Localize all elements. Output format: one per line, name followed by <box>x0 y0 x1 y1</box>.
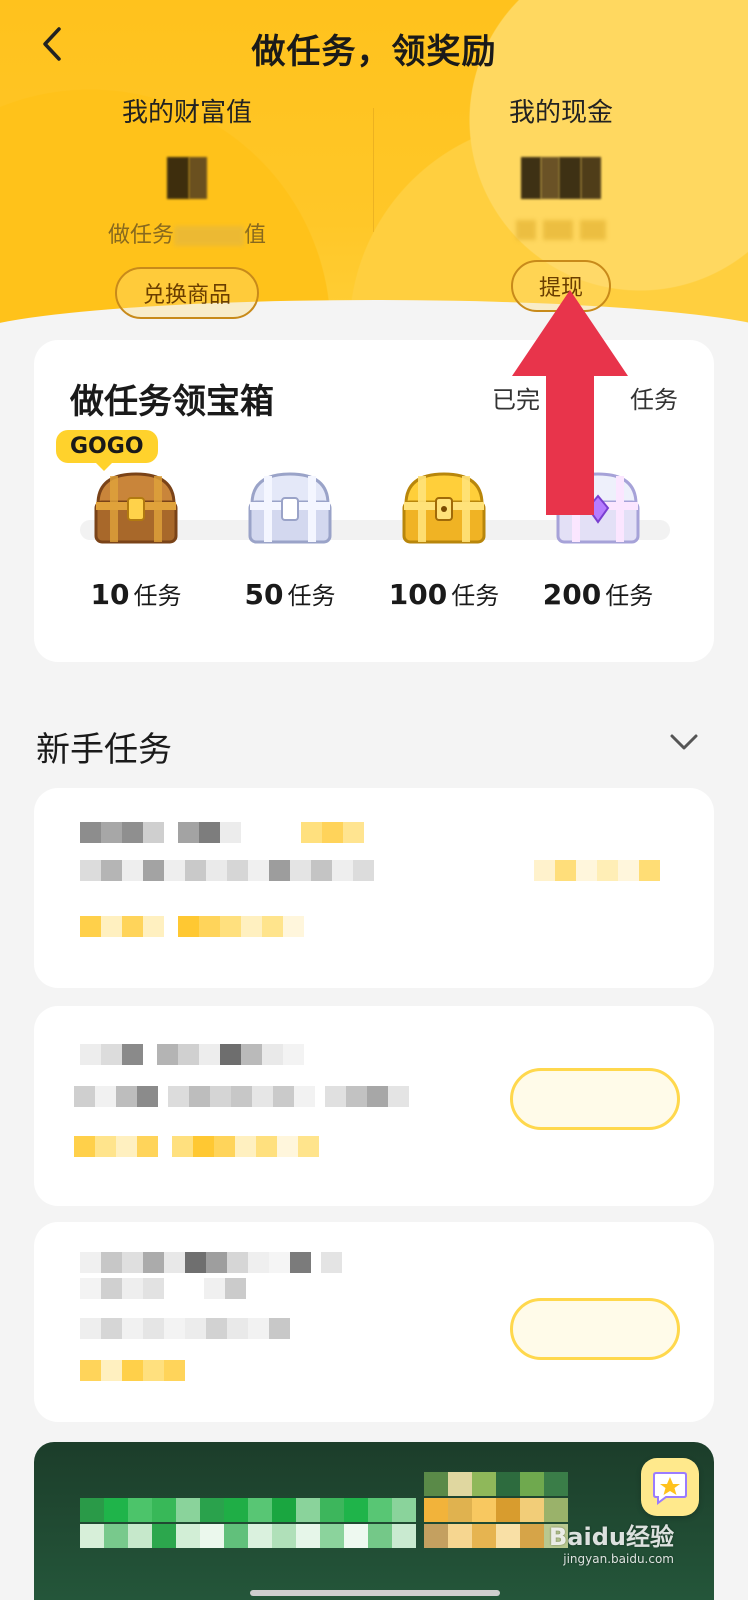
redacted-text <box>80 822 364 843</box>
redacted-text <box>80 1360 185 1381</box>
redeem-goods-button[interactable]: 兑换商品 <box>114 267 259 319</box>
chest-50[interactable]: 50 任务 <box>230 468 350 611</box>
banner-redacted-graphic <box>424 1524 568 1548</box>
task-card[interactable] <box>34 1222 714 1422</box>
chat-star-icon <box>653 1472 687 1505</box>
wealth-sub-prefix: 做任务 <box>107 223 174 248</box>
wealth-sub-suffix: 值 <box>244 223 267 248</box>
wood-chest-icon <box>94 472 178 544</box>
task-action-button[interactable] <box>510 1298 680 1360</box>
chevron-down-icon[interactable] <box>666 724 702 760</box>
task-card[interactable] <box>34 788 714 988</box>
redacted-text <box>74 1086 409 1107</box>
redacted-text <box>80 1044 304 1065</box>
cash-label: 我的现金 <box>508 98 613 128</box>
progress-suffix: 任务 <box>630 386 678 414</box>
banner-redacted-graphic <box>80 1498 416 1522</box>
page-title: 做任务，领奖励 <box>251 32 497 72</box>
cash-subtext-redacted <box>374 217 748 242</box>
home-indicator <box>250 1590 500 1596</box>
wealth-panel: 我的财富值 做任务 值 兑换商品 <box>0 92 374 319</box>
redacted-text <box>80 1278 246 1299</box>
redacted-text <box>80 1318 290 1339</box>
chest-100[interactable]: 100 任务 <box>384 468 504 611</box>
banner-redacted-graphic <box>424 1472 568 1496</box>
chest-count-label: 50 任务 <box>244 578 336 611</box>
gogo-badge: GOGO <box>56 430 158 471</box>
silver-chest-icon <box>248 472 332 544</box>
promo-banner[interactable]: Baidu经验 jingyan.baidu.com <box>34 1442 714 1600</box>
redacted-text <box>80 1252 342 1273</box>
chest-count-label: 10 任务 <box>90 578 182 611</box>
newbie-tasks-title: 新手任务 <box>36 730 172 770</box>
chest-count-label: 200 任务 <box>542 578 654 611</box>
chest-count-label: 100 任务 <box>388 578 500 611</box>
redacted-text <box>74 1136 319 1157</box>
chest-10[interactable]: 10 任务 <box>76 468 196 611</box>
redacted-text <box>534 860 660 881</box>
chest-card-title: 做任务领宝箱 <box>70 382 274 422</box>
gold-chest-icon <box>402 472 486 544</box>
redacted-text <box>80 916 304 937</box>
cash-panel: 我的现金 提现 <box>374 92 748 312</box>
banner-redacted-graphic <box>424 1498 568 1522</box>
redacted-text <box>80 860 374 881</box>
task-card[interactable] <box>34 1006 714 1206</box>
cash-value-redacted <box>374 149 748 207</box>
redacted-text <box>174 226 244 246</box>
wealth-value-redacted <box>0 149 374 207</box>
red-arrow-annotation <box>512 290 628 515</box>
baidu-watermark: Baidu经验 jingyan.baidu.com <box>549 1523 674 1566</box>
task-action-button[interactable] <box>510 1068 680 1130</box>
wealth-label: 我的财富值 <box>121 98 252 128</box>
wealth-subtext: 做任务 值 <box>0 217 374 249</box>
banner-redacted-graphic <box>80 1524 416 1548</box>
chat-star-button[interactable] <box>641 1458 699 1516</box>
